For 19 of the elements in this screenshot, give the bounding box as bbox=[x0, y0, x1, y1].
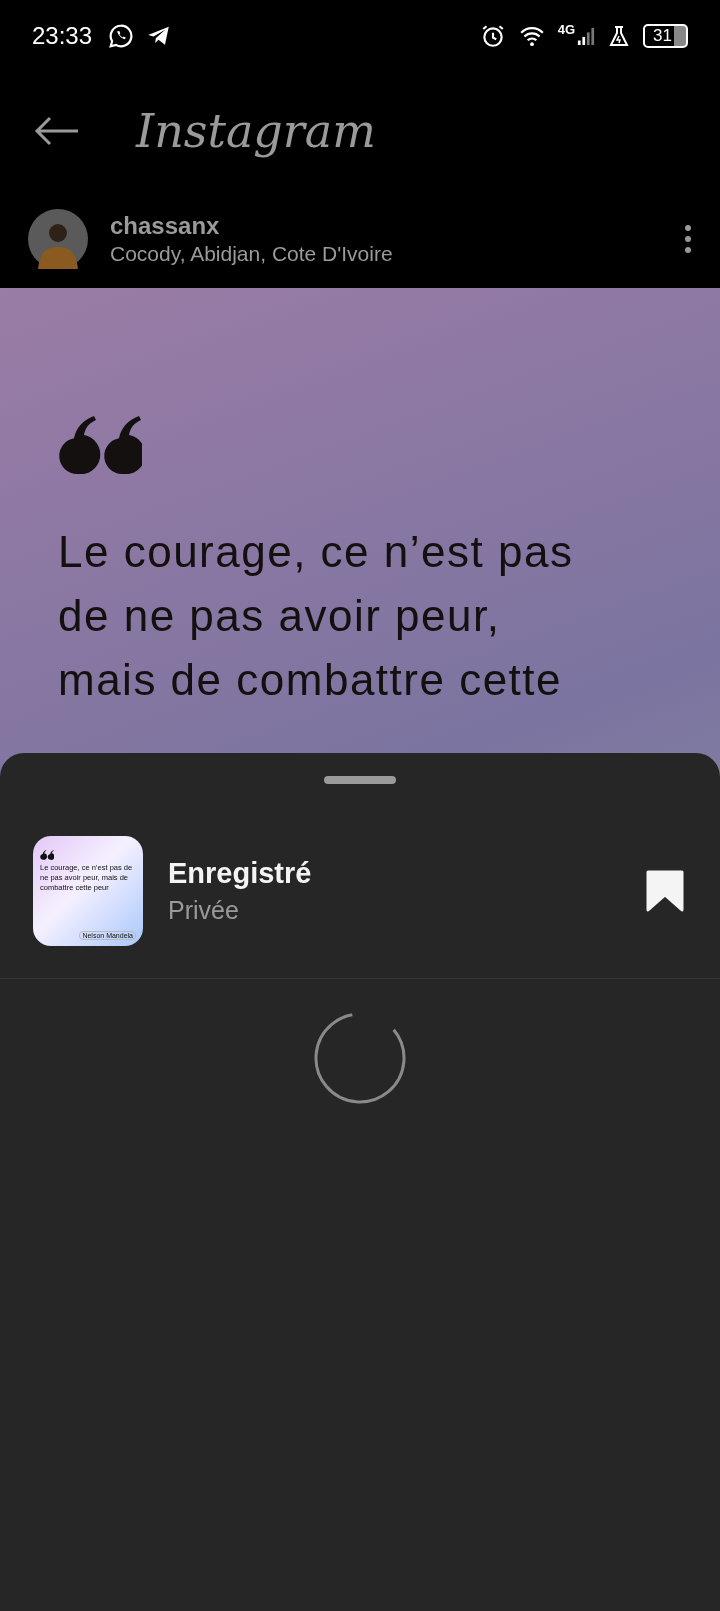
location[interactable]: Cocody, Abidjan, Cote D'Ivoire bbox=[110, 242, 662, 266]
back-arrow-icon[interactable] bbox=[34, 116, 80, 146]
status-time: 23:33 bbox=[32, 22, 93, 50]
more-options-icon[interactable] bbox=[684, 224, 692, 254]
quotation-mark-icon bbox=[40, 850, 54, 860]
network-type: 4G bbox=[557, 22, 576, 37]
username[interactable]: chassanx bbox=[110, 212, 662, 240]
collection-title[interactable]: Enregistré bbox=[168, 857, 621, 890]
app-title: Instagram bbox=[136, 104, 376, 158]
quote-line: mais de combattre cette bbox=[58, 654, 564, 706]
quote-line: de ne pas avoir peur, bbox=[58, 590, 502, 642]
quotation-mark-icon bbox=[58, 416, 142, 474]
quote-line: Le courage, ce n’est pas bbox=[58, 526, 575, 578]
battery-indicator: 31 bbox=[643, 24, 688, 48]
collection-privacy: Privée bbox=[168, 896, 240, 925]
chat-bubble-icon bbox=[108, 23, 135, 49]
drag-handle[interactable] bbox=[324, 776, 396, 784]
bookmark-icon[interactable] bbox=[646, 870, 684, 912]
avatar[interactable] bbox=[28, 209, 88, 269]
